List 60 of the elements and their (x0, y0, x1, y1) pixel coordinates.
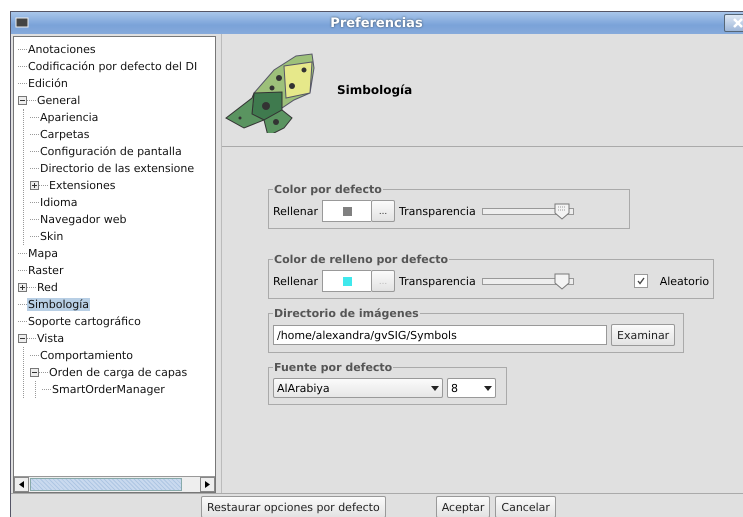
tree-item[interactable]: Mapa (27, 247, 59, 260)
accept-button[interactable]: Aceptar (436, 496, 490, 517)
tree-item[interactable]: Soporte cartográfico (27, 315, 142, 328)
collapse-icon[interactable] (30, 368, 39, 377)
expand-icon[interactable] (18, 283, 27, 292)
group-title: Color de relleno por defecto (273, 253, 450, 266)
tree-item[interactable]: Extensiones (48, 179, 116, 192)
tree-item[interactable]: Carpetas (39, 128, 90, 141)
tree-item[interactable]: Anotaciones (27, 43, 97, 56)
window-title: Preferencias (329, 16, 424, 30)
font-dropdown[interactable]: AlArabiya (273, 378, 443, 398)
examine-button[interactable]: Examinar (611, 324, 676, 346)
tree-item[interactable]: Configuración de pantalla (39, 145, 183, 158)
group-title: Directorio de imágenes (273, 307, 420, 320)
color-field[interactable] (322, 200, 372, 222)
tree-item[interactable]: Red (36, 281, 59, 294)
tree-item[interactable]: SmartOrderManager (51, 383, 166, 396)
tree-item[interactable]: Directorio de las extensione (39, 162, 196, 175)
dropdown-arrow-icon (428, 383, 442, 393)
collapse-icon[interactable] (18, 334, 27, 343)
tree-item[interactable]: General (36, 94, 82, 107)
fill-label: Rellenar (273, 274, 318, 288)
path-field[interactable]: /home/alexandra/gvSIG/Symbols (273, 325, 607, 345)
transparency-slider[interactable] (482, 272, 574, 290)
window-icon (15, 17, 29, 29)
cancel-button[interactable]: Cancelar (495, 496, 556, 517)
horizontal-scrollbar[interactable] (14, 476, 215, 492)
expand-icon[interactable] (30, 181, 39, 190)
tree-item[interactable]: Idioma (39, 196, 78, 209)
color-field[interactable] (322, 270, 372, 292)
tree-item[interactable]: Orden de carga de capas (48, 366, 188, 379)
tree-item[interactable]: Edición (27, 77, 69, 90)
checkbox-label: Aleatorio (660, 274, 710, 288)
transparency-label: Transparencia (399, 274, 476, 288)
transparency-slider[interactable] (482, 202, 574, 220)
slider-thumb[interactable] (554, 202, 570, 220)
tree-item[interactable]: Codificación por defecto del DI (27, 60, 198, 73)
group-title: Color por defecto (273, 183, 383, 196)
dropdown-arrow-icon (481, 383, 495, 393)
browse-button[interactable]: ... (371, 200, 396, 222)
tree-item[interactable]: Comportamiento (39, 349, 134, 362)
restore-defaults-button[interactable]: Restaurar opciones por defecto (201, 496, 386, 517)
tree-item[interactable]: Raster (27, 264, 64, 277)
tree-item[interactable]: Skin (39, 230, 64, 243)
transparency-label: Transparencia (399, 204, 476, 218)
tree-item[interactable]: Vista (36, 332, 66, 345)
scroll-left-icon[interactable] (14, 477, 29, 492)
tree-item[interactable]: Apariencia (39, 111, 100, 124)
tree-item[interactable]: Navegador web (39, 213, 128, 226)
tree-item[interactable]: Simbología (27, 298, 90, 311)
group-title: Fuente por defecto (273, 361, 394, 374)
slider-thumb[interactable] (554, 272, 570, 290)
size-dropdown[interactable]: 8 (447, 378, 496, 398)
close-icon (733, 18, 743, 28)
checkbox[interactable] (634, 274, 648, 288)
fill-label: Rellenar (273, 204, 318, 218)
collapse-icon[interactable] (18, 96, 27, 105)
section-title: Simbología (337, 83, 412, 97)
scroll-right-icon[interactable] (200, 477, 215, 492)
check-icon (636, 277, 645, 285)
